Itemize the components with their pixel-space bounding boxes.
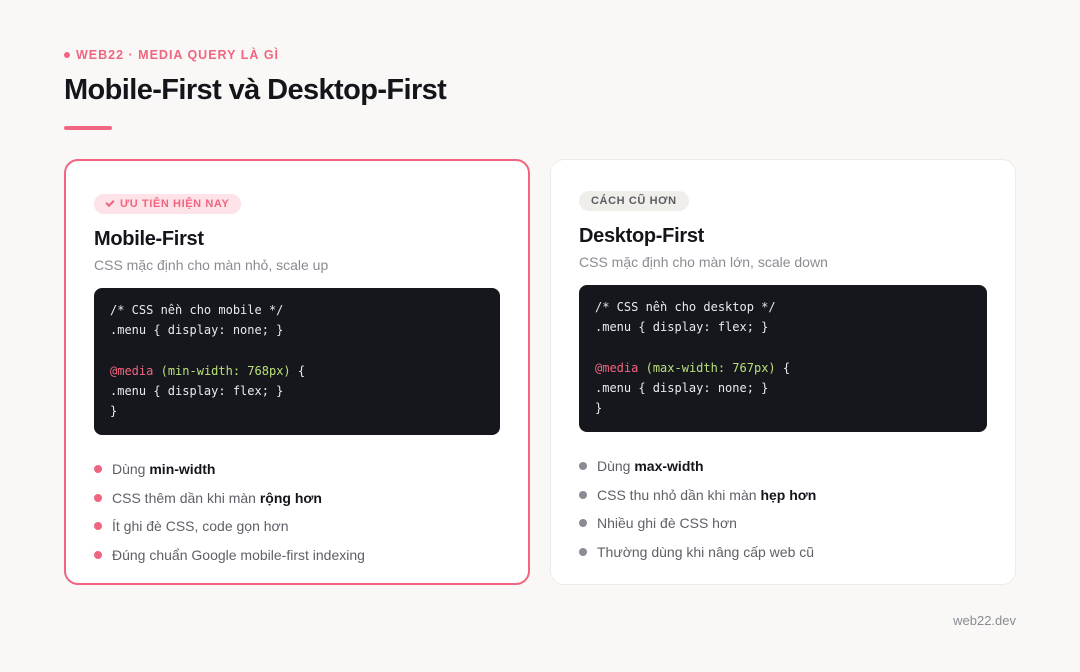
list-item: Dùng max-width [579,452,987,481]
title-underline [64,126,112,130]
bullet-bold: min-width [149,461,216,478]
code-line: .menu { display: none; } [110,323,284,338]
card-subtitle: CSS mặc định cho màn lớn, scale down [579,254,828,270]
code-line: .menu { display: none; } [595,381,769,396]
bullet-text: Dùng [597,458,635,475]
list-item: Ít ghi đè CSS, code gọn hơn [94,512,500,541]
list-item: Đúng chuẩn Google mobile-first indexing [94,540,500,569]
media-brace: { [782,360,791,375]
bullet-dot-icon [579,490,587,499]
bullet-text: Đúng chuẩn Google mobile-first indexing [112,546,365,563]
slide: WEB22 · MEDIA QUERY LÀ GÌ Mobile-First v… [0,0,1080,672]
eyebrow: WEB22 · MEDIA QUERY LÀ GÌ [64,48,279,62]
badge-label: CÁCH CŨ HƠN [591,195,677,207]
bullet-text: Dùng [112,461,150,478]
code-line: } [595,401,603,416]
list-item: CSS thu nhỏ dần khi màn hẹp hơn [579,480,987,509]
bullet-dot-icon [94,465,102,474]
page-title: Mobile-First và Desktop-First [64,74,447,106]
mobile-first-card: ƯU TIÊN HIỆN NAY Mobile-First CSS mặc đị… [64,159,530,585]
list-item: CSS thêm dần khi màn rộng hơn [94,483,500,512]
desktop-first-card: CÁCH CŨ HƠN Desktop-First CSS mặc định c… [550,159,1016,585]
code-line: /* CSS nền cho mobile */ [110,303,284,317]
bullet-dot-icon [579,547,587,556]
code-block: /* CSS nền cho mobile */ .menu { display:… [94,288,500,435]
list-item: Dùng min-width [94,455,500,484]
media-condition: (max-width: 767px) [645,360,776,375]
code-block: /* CSS nền cho desktop */ .menu { display… [579,285,987,432]
bullet-text: Thường dùng khi nâng cấp web cũ [597,543,815,560]
card-title: Desktop-First [579,225,705,247]
code-line: @media (max-width: 767px) { [595,358,971,378]
list-item: Nhiều ghi đè CSS hơn [579,509,987,538]
code-line: } [110,404,118,419]
bullet-bold: hẹp hơn [760,486,817,503]
media-keyword: @media [595,360,639,375]
bullet-text: CSS thu nhỏ dần khi màn [597,486,761,503]
code-line: .menu { display: flex; } [110,384,284,399]
bullet-text: Ít ghi đè CSS, code gọn hơn [112,518,289,535]
code-line: .menu { display: flex; } [595,320,769,335]
eyebrow-dot-icon [64,52,70,58]
footer-brand: web22.dev [953,613,1016,628]
bullet-dot-icon [94,550,102,559]
list-item: Thường dùng khi nâng cấp web cũ [579,537,987,566]
bullet-dot-icon [94,493,102,502]
card-title: Mobile-First [94,228,204,250]
code-line: /* CSS nền cho desktop */ [595,300,776,314]
bullet-bold: max-width [634,458,704,475]
legacy-badge: CÁCH CŨ HƠN [579,191,689,211]
code-line: @media (min-width: 768px) { [110,361,484,381]
bullet-text: Nhiều ghi đè CSS hơn [597,515,737,532]
bullet-text: CSS thêm dần khi màn [112,489,260,506]
bullet-dot-icon [94,522,102,531]
badge-label: ƯU TIÊN HIỆN NAY [120,198,230,210]
bullet-dot-icon [579,462,587,471]
bullet-dot-icon [579,519,587,528]
feature-list: Dùng min-width CSS thêm dần khi màn rộng… [94,455,500,569]
preferred-badge: ƯU TIÊN HIỆN NAY [94,194,242,214]
feature-list: Dùng max-width CSS thu nhỏ dần khi màn h… [579,452,987,566]
check-icon [105,197,115,208]
media-condition: (min-width: 768px) [160,363,291,378]
media-keyword: @media [110,363,154,378]
eyebrow-text: WEB22 · MEDIA QUERY LÀ GÌ [76,48,280,62]
bullet-bold: rộng hơn [259,489,322,506]
media-brace: { [297,363,306,378]
card-subtitle: CSS mặc định cho màn nhỏ, scale up [94,257,329,273]
